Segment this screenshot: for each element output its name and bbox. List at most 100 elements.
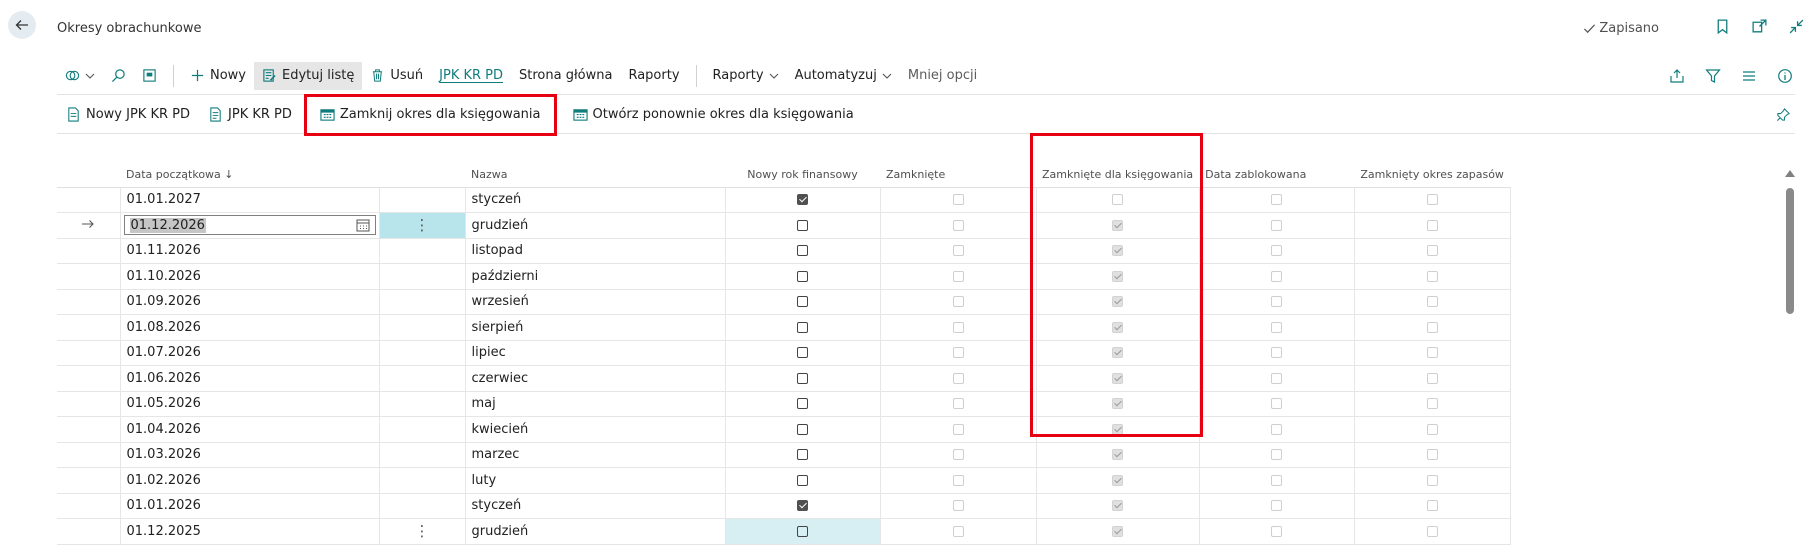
header-date-locked[interactable]: Data zablokowana	[1199, 163, 1355, 188]
start-date-cell[interactable]: 01.03.2026	[120, 442, 380, 468]
start-date-cell[interactable]: 01.01.2026	[120, 493, 380, 519]
name-cell[interactable]: styczeń	[465, 493, 726, 519]
name-cell[interactable]: kwiecień	[465, 416, 726, 443]
edit-list-button[interactable]: Edytuj listę	[254, 61, 363, 90]
start-date-cell[interactable]: 01.01.2027	[120, 187, 380, 213]
share-icon[interactable]	[1669, 68, 1685, 84]
scrollbar-thumb[interactable]	[1786, 188, 1794, 314]
row-actions-button[interactable]	[379, 263, 466, 290]
row-indicator[interactable]	[57, 467, 121, 494]
list-icon[interactable]	[1741, 68, 1757, 84]
name-cell[interactable]: sierpień	[465, 314, 726, 341]
name-cell[interactable]: listopad	[465, 238, 726, 264]
new-fiscal-year-checkbox[interactable]	[797, 525, 808, 537]
tab-jpk-kr-pd[interactable]: JPK KR PD	[431, 62, 511, 90]
table-row[interactable]: 01.12.2026 ⋮ grudzień	[57, 212, 1511, 239]
new-fiscal-year-checkbox[interactable]	[797, 500, 808, 512]
new-fiscal-year-checkbox[interactable]	[797, 398, 808, 410]
row-indicator[interactable]	[57, 493, 121, 519]
new-jpk-button[interactable]: Nowy JPK KR PD	[57, 101, 199, 129]
pin-button[interactable]	[1776, 107, 1795, 122]
header-inventory-closed[interactable]: Zamknięty okres zapasów	[1354, 163, 1511, 188]
table-row[interactable]: 01.12.2025 ⋮ grudzień	[57, 518, 1511, 545]
row-actions-button[interactable]	[379, 493, 466, 519]
name-cell[interactable]: styczeń	[465, 187, 726, 213]
name-cell[interactable]: luty	[465, 467, 726, 494]
scroll-up-arrow-icon[interactable]	[1785, 170, 1795, 177]
header-start-date[interactable]: Data początkowa ↓	[120, 163, 379, 188]
name-cell[interactable]: maj	[465, 391, 726, 417]
start-date-cell[interactable]: 01.08.2026	[120, 314, 380, 341]
header-closed[interactable]: Zamknięte	[880, 163, 1036, 188]
new-fiscal-year-checkbox[interactable]	[797, 194, 808, 206]
start-date-cell[interactable]: 01.10.2026	[120, 263, 380, 290]
views-button[interactable]	[57, 62, 103, 90]
collapse-icon[interactable]	[1788, 18, 1805, 35]
new-fiscal-year-checkbox[interactable]	[797, 270, 808, 282]
new-fiscal-year-checkbox[interactable]	[797, 474, 808, 486]
table-row[interactable]: 01.01.2026 styczeń	[57, 493, 1511, 519]
name-cell[interactable]: październi	[465, 263, 726, 290]
row-indicator[interactable]	[57, 314, 121, 341]
row-indicator[interactable]	[57, 187, 121, 213]
new-button[interactable]: Nowy	[182, 62, 254, 90]
row-indicator[interactable]	[57, 416, 121, 443]
start-date-cell[interactable]: 01.06.2026	[120, 365, 380, 392]
new-fiscal-year-checkbox[interactable]	[797, 449, 808, 461]
name-cell[interactable]: grudzień	[465, 518, 726, 545]
reopen-period-button[interactable]: Otwórz ponownie okres dla księgowania	[564, 101, 863, 129]
name-cell[interactable]: marzec	[465, 442, 726, 468]
row-actions-button[interactable]: ⋮	[379, 212, 466, 239]
layout-button[interactable]	[134, 62, 165, 90]
row-indicator[interactable]	[57, 212, 121, 239]
search-button[interactable]	[103, 62, 134, 90]
table-row[interactable]: 01.04.2026 kwiecień	[57, 416, 1511, 443]
tab-home[interactable]: Strona główna	[511, 62, 620, 90]
info-icon[interactable]	[1777, 68, 1793, 84]
delete-button[interactable]: Usuń	[362, 62, 431, 90]
row-actions-button[interactable]	[379, 365, 466, 392]
start-date-cell[interactable]: 01.02.2026	[120, 467, 380, 494]
row-actions-button[interactable]	[379, 416, 466, 443]
row-indicator[interactable]	[57, 391, 121, 417]
reports-menu[interactable]: Raporty	[705, 62, 787, 90]
row-indicator[interactable]	[57, 365, 121, 392]
vertical-scrollbar[interactable]	[1783, 168, 1797, 478]
table-row[interactable]: 01.05.2026 maj	[57, 391, 1511, 417]
row-indicator[interactable]	[57, 340, 121, 366]
new-fiscal-year-checkbox[interactable]	[797, 245, 808, 257]
row-actions-button[interactable]	[379, 187, 466, 213]
new-fiscal-year-checkbox[interactable]	[797, 321, 808, 333]
row-actions-button[interactable]	[379, 314, 466, 341]
open-new-window-icon[interactable]	[1751, 18, 1768, 35]
name-cell[interactable]: wrzesień	[465, 289, 726, 315]
filter-icon[interactable]	[1705, 68, 1721, 84]
new-fiscal-year-checkbox[interactable]	[797, 347, 808, 359]
name-cell[interactable]: grudzień	[465, 212, 726, 239]
tab-reports[interactable]: Raporty	[620, 62, 687, 90]
table-row[interactable]: 01.02.2026 luty	[57, 467, 1511, 494]
start-date-cell[interactable]: 01.11.2026	[120, 238, 380, 264]
automate-menu[interactable]: Automatyzuj	[787, 62, 900, 90]
close-period-button[interactable]: Zamknij okres dla księgowania	[303, 93, 557, 136]
name-cell[interactable]: lipiec	[465, 340, 726, 366]
calendar-picker-icon[interactable]	[356, 218, 370, 232]
row-actions-button[interactable]	[379, 442, 466, 468]
row-actions-button[interactable]: ⋮	[379, 518, 466, 545]
row-indicator[interactable]	[57, 518, 121, 545]
table-row[interactable]: 01.09.2026 wrzesień	[57, 289, 1511, 315]
header-new-fiscal-year[interactable]: Nowy rok finansowy	[725, 163, 880, 188]
row-actions-button[interactable]	[379, 340, 466, 366]
bookmark-icon[interactable]	[1714, 18, 1731, 35]
table-row[interactable]: 01.01.2027 styczeń	[57, 187, 1511, 213]
start-date-cell[interactable]: 01.07.2026	[120, 340, 380, 366]
table-row[interactable]: 01.03.2026 marzec	[57, 442, 1511, 468]
header-name[interactable]: Nazwa	[465, 163, 725, 188]
back-button[interactable]	[8, 11, 36, 39]
less-options-button[interactable]: Mniej opcji	[900, 62, 985, 90]
new-fiscal-year-checkbox[interactable]	[797, 372, 808, 384]
table-row[interactable]: 01.06.2026 czerwiec	[57, 365, 1511, 392]
row-indicator[interactable]	[57, 263, 121, 290]
new-fiscal-year-checkbox[interactable]	[797, 219, 808, 231]
start-date-cell[interactable]: 01.12.2026	[120, 212, 380, 239]
